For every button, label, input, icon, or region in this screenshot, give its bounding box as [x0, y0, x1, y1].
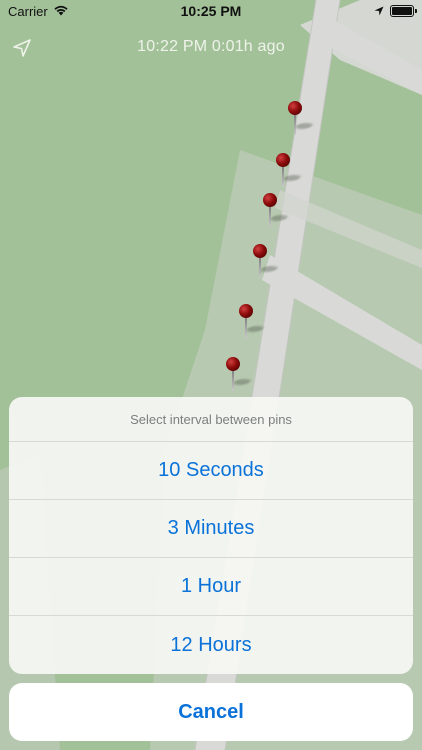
- map-pin-icon[interactable]: [263, 193, 293, 233]
- battery-icon: [390, 5, 417, 17]
- interval-action-sheet: Select interval between pins 10 Seconds …: [9, 397, 413, 674]
- status-right: [274, 4, 417, 19]
- carrier-label: Carrier: [8, 3, 48, 19]
- map-pin-icon[interactable]: [276, 153, 306, 193]
- location-services-icon: [374, 4, 384, 19]
- option-10-seconds[interactable]: 10 Seconds: [9, 442, 413, 500]
- option-12-hours[interactable]: 12 Hours: [9, 616, 413, 674]
- map-pin-icon[interactable]: [288, 101, 318, 141]
- status-time: 10:25 PM: [180, 3, 242, 19]
- nav-bar: 10:22 PM 0:01h ago: [0, 28, 422, 68]
- map-pin-icon[interactable]: [239, 304, 269, 344]
- map-pin-icon[interactable]: [226, 357, 256, 397]
- wifi-icon: [53, 4, 69, 19]
- nav-title: 10:22 PM 0:01h ago: [137, 38, 285, 55]
- option-3-minutes[interactable]: 3 Minutes: [9, 500, 413, 558]
- action-sheet-header: Select interval between pins: [9, 397, 413, 442]
- option-1-hour[interactable]: 1 Hour: [9, 558, 413, 616]
- map-pin-icon[interactable]: [253, 244, 283, 284]
- cancel-button[interactable]: Cancel: [9, 683, 413, 741]
- status-left: Carrier: [8, 4, 148, 19]
- status-bar: Carrier 10:25 PM: [0, 0, 422, 22]
